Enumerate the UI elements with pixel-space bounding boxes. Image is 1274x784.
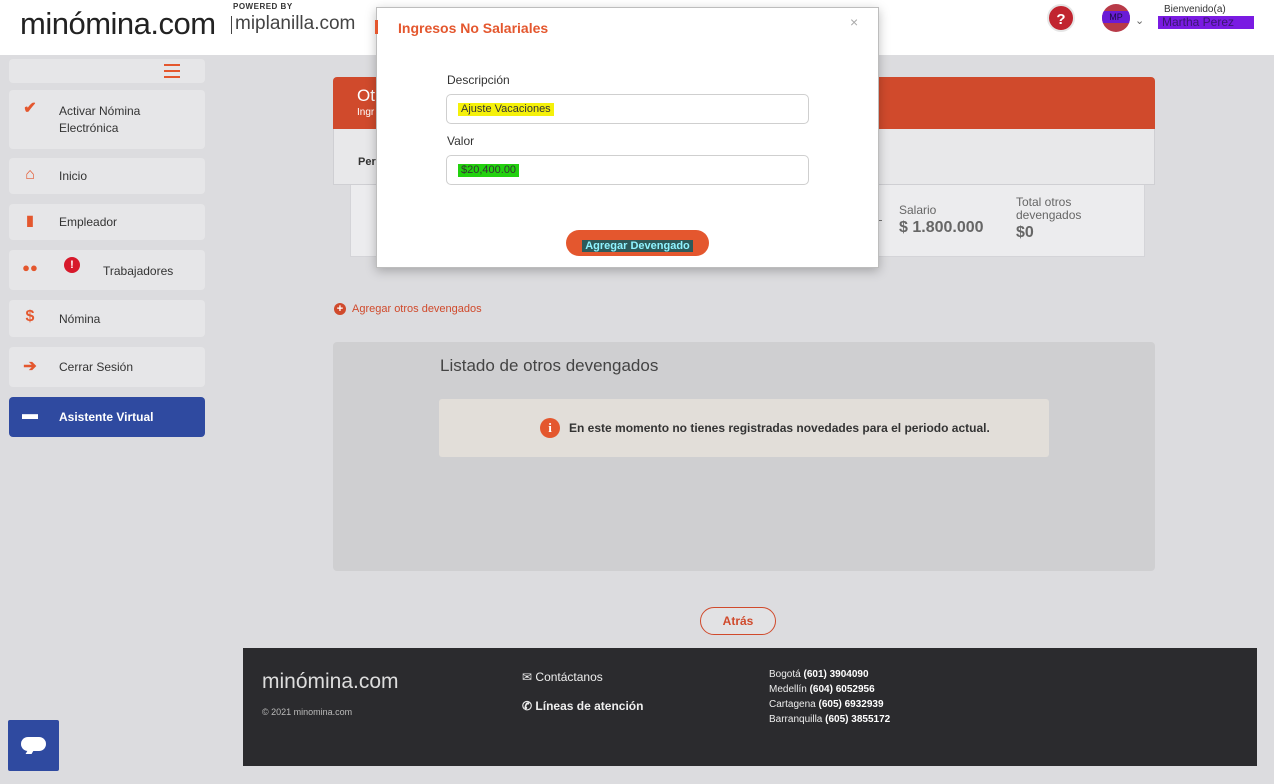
city-phone: Medellín (604) 6052956 bbox=[769, 684, 875, 695]
chat-icon: ▬ bbox=[22, 406, 38, 423]
sidebar-item-asistente-virtual[interactable]: ▬ Asistente Virtual bbox=[9, 397, 205, 437]
section-subtitle: Ingr bbox=[357, 107, 375, 118]
add-devengado-label: Agregar Devengado bbox=[582, 240, 693, 252]
menu-toggle-button[interactable] bbox=[9, 59, 205, 83]
avatar[interactable]: MP bbox=[1102, 4, 1130, 32]
city-phone: Cartagena (605) 6932939 bbox=[769, 699, 884, 710]
sidebar-item-nomina[interactable]: $ Nómina bbox=[9, 300, 205, 337]
back-button[interactable]: Atrás bbox=[700, 607, 776, 635]
logout-icon: ➔ bbox=[23, 358, 37, 375]
sidebar-item-label: Cerrar Sesión bbox=[59, 360, 134, 374]
sidebar: ✔ Activar Nómina Electrónica ⌂ Inicio ▮ … bbox=[0, 55, 243, 784]
powered-by-label: POWERED BY bbox=[233, 2, 293, 11]
city-phone: Barranquilla (605) 3855172 bbox=[769, 714, 891, 725]
value-input[interactable]: $20,400.00 bbox=[446, 155, 809, 185]
app-logo[interactable]: minómina.com bbox=[20, 6, 216, 42]
total-label: Total otros devengados bbox=[1016, 195, 1082, 222]
value-label: Valor bbox=[447, 134, 475, 148]
sidebar-item-label: Empleador bbox=[59, 215, 118, 229]
contact-link[interactable]: ✉ Contáctanos bbox=[522, 670, 603, 684]
total-stat: Total otros devengados $0 bbox=[1016, 196, 1096, 242]
footer-copyright: © 2021 minomina.com bbox=[262, 707, 353, 717]
sidebar-item-trabajadores[interactable]: ●● ! Trabajadores bbox=[9, 250, 205, 290]
modal-title: Ingresos No Salariales bbox=[398, 20, 549, 36]
support-lines-link[interactable]: ✆ Líneas de atención bbox=[522, 699, 643, 713]
close-icon[interactable]: × bbox=[850, 14, 858, 30]
period-label: Per bbox=[358, 156, 376, 168]
avatar-initials: MP bbox=[1102, 11, 1130, 23]
sidebar-item-empleador[interactable]: ▮ Empleador bbox=[9, 204, 205, 240]
welcome-label: Bienvenido(a) bbox=[1164, 4, 1226, 15]
warning-badge: ! bbox=[64, 257, 80, 273]
empty-notice: i En este momento no tienes registradas … bbox=[439, 399, 1049, 457]
chat-launcher-button[interactable] bbox=[8, 720, 59, 771]
user-name[interactable]: Martha Perez bbox=[1158, 16, 1254, 29]
section-title: Ot bbox=[357, 86, 375, 105]
description-input[interactable]: Ajuste Vacaciones bbox=[446, 94, 809, 124]
sidebar-item-label: Asistente Virtual bbox=[59, 410, 154, 424]
add-devengados-label: Agregar otros devengados bbox=[352, 303, 482, 315]
description-value: Ajuste Vacaciones bbox=[458, 103, 554, 116]
help-icon[interactable]: ? bbox=[1047, 4, 1075, 32]
footer: minómina.com © 2021 minomina.com ✉ Contá… bbox=[243, 648, 1257, 766]
list-title: Listado de otros devengados bbox=[440, 356, 659, 375]
phone-icon: ✆ bbox=[522, 699, 533, 713]
devengados-list-panel: Listado de otros devengados i En este mo… bbox=[333, 342, 1155, 571]
info-icon: i bbox=[540, 418, 560, 438]
salary-stat: Salario $ 1.800.000 bbox=[899, 204, 984, 237]
sidebar-item-label: Nómina bbox=[59, 312, 101, 326]
total-value: $0 bbox=[1016, 224, 1034, 241]
salary-value: $ 1.800.000 bbox=[899, 219, 984, 236]
footer-logo: minómina.com bbox=[262, 670, 399, 693]
value-amount: $20,400.00 bbox=[458, 164, 520, 177]
empty-notice-message: En este momento no tienes registradas no… bbox=[569, 421, 990, 435]
chevron-down-icon[interactable]: ⌄ bbox=[1135, 14, 1144, 27]
dollar-icon: $ bbox=[25, 308, 35, 325]
mail-icon: ✉ bbox=[522, 670, 533, 684]
description-label: Descripción bbox=[447, 73, 510, 87]
sidebar-item-label: Inicio bbox=[59, 169, 88, 183]
salary-label: Salario bbox=[899, 203, 937, 217]
sidebar-item-inicio[interactable]: ⌂ Inicio bbox=[9, 158, 205, 194]
ingresos-modal: Ingresos No Salariales × Descripción Aju… bbox=[375, 7, 879, 268]
sidebar-item-label: Trabajadores bbox=[103, 264, 174, 278]
add-devengados-link[interactable]: + Agregar otros devengados bbox=[334, 303, 482, 315]
check-icon: ✔ bbox=[23, 100, 37, 117]
city-phone: Bogotá (601) 3904090 bbox=[769, 669, 869, 680]
sidebar-item-cerrar-sesion[interactable]: ➔ Cerrar Sesión bbox=[9, 347, 205, 387]
users-icon: ●● bbox=[22, 260, 38, 275]
sidebar-item-label: Activar Nómina Electrónica bbox=[59, 104, 141, 135]
home-icon: ⌂ bbox=[25, 166, 35, 183]
menu-icon[interactable] bbox=[164, 64, 180, 78]
sidebar-item-activar-nomina[interactable]: ✔ Activar Nómina Electrónica bbox=[9, 90, 205, 149]
add-devengado-button[interactable]: Agregar Devengado bbox=[566, 230, 709, 256]
partner-logo[interactable]: miplanilla.com bbox=[230, 13, 355, 35]
plus-circle-icon: + bbox=[334, 303, 346, 315]
building-icon: ▮ bbox=[26, 212, 34, 228]
